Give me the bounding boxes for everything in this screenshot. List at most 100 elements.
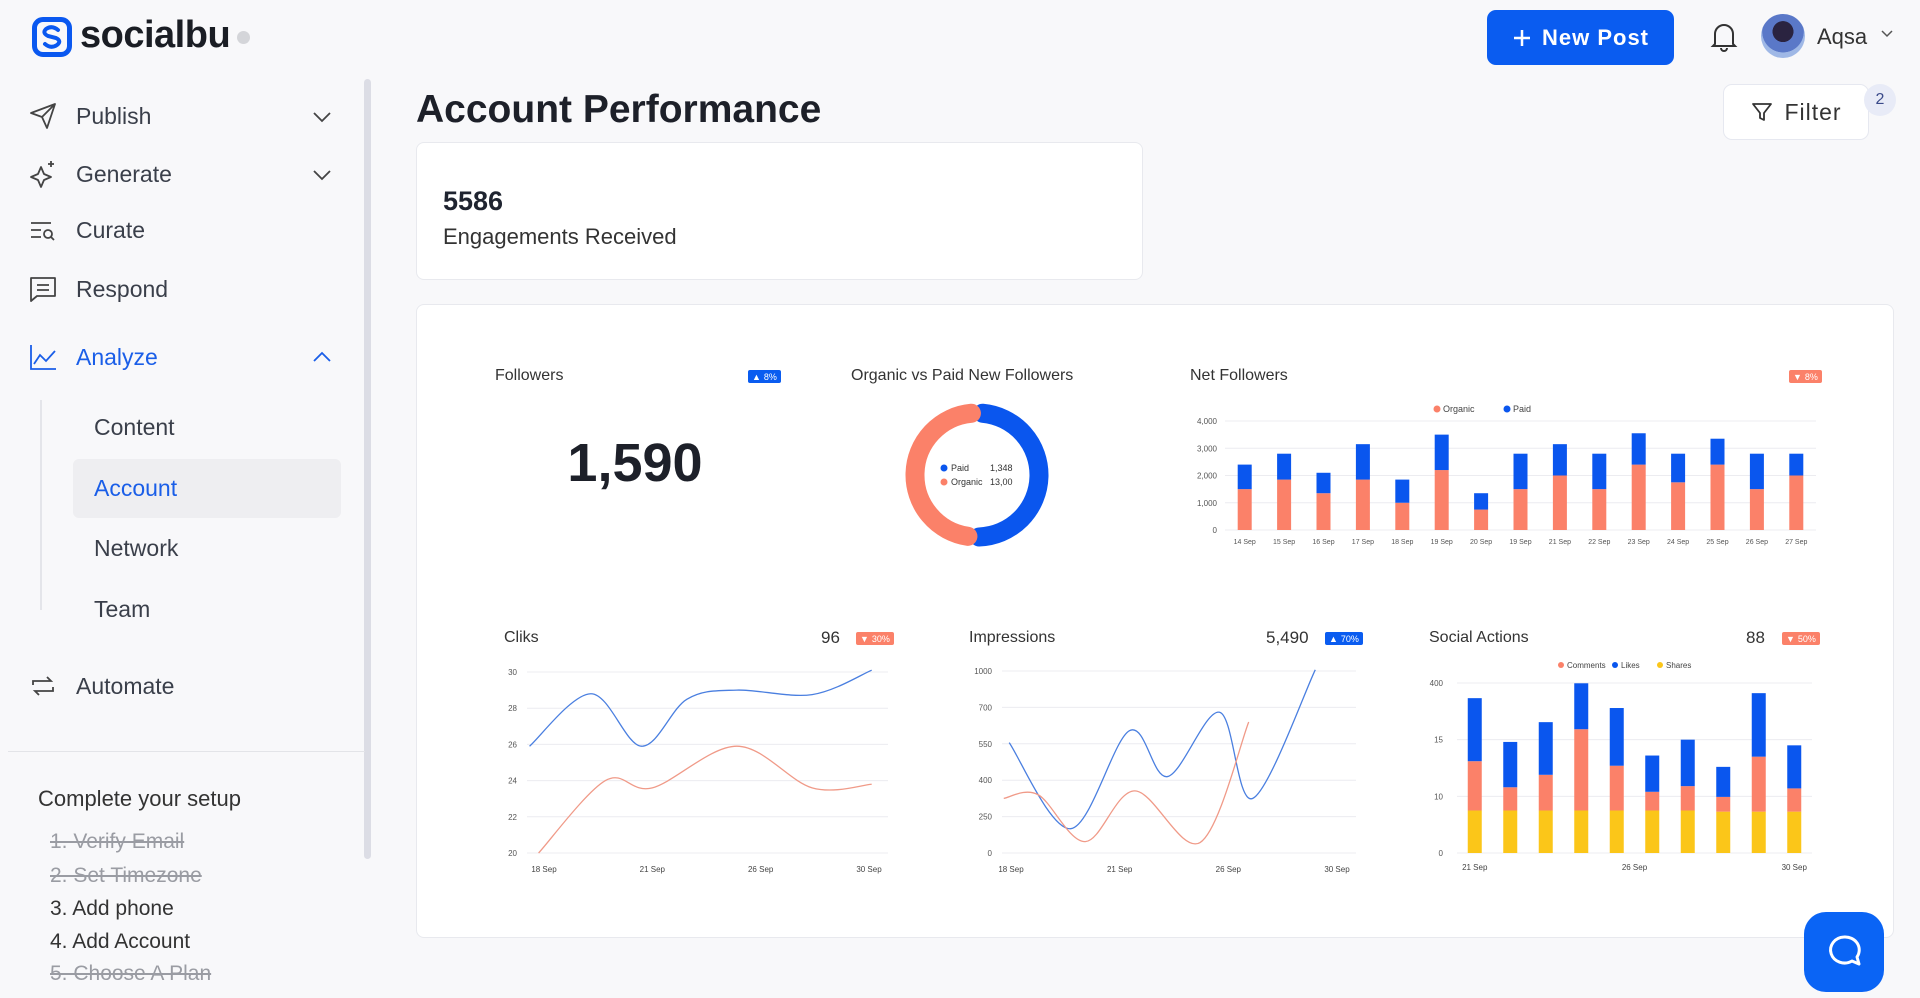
paper-plane-icon bbox=[30, 103, 56, 129]
bar-likes bbox=[1645, 755, 1660, 792]
engagements-card bbox=[416, 142, 1143, 280]
badge-label: 30% bbox=[871, 633, 890, 644]
donut-slice-paid bbox=[969, 403, 1049, 547]
new-post-button[interactable]: New Post bbox=[1487, 10, 1674, 65]
chevron-down-icon[interactable] bbox=[1880, 26, 1894, 40]
y-tick-label: 10 bbox=[1434, 792, 1443, 801]
bar-paid bbox=[1237, 464, 1252, 490]
followers-title: Followers bbox=[495, 367, 564, 384]
sidebar-item-analyze[interactable]: Analyze bbox=[28, 335, 333, 379]
x-tick-label: 21 Sep bbox=[1549, 539, 1571, 546]
x-tick-label: 19 Sep bbox=[1431, 539, 1453, 546]
legend-dot bbox=[1558, 662, 1564, 668]
legend-value: 1,348 bbox=[990, 463, 1013, 473]
avatar[interactable] bbox=[1761, 14, 1805, 58]
sidebar-sub-team[interactable]: Team bbox=[94, 596, 150, 623]
y-tick-label: 20 bbox=[508, 849, 517, 858]
x-tick-label: 26 Sep bbox=[1746, 539, 1768, 546]
chat-support-button[interactable] bbox=[1804, 912, 1884, 992]
bar-organic bbox=[1395, 502, 1410, 530]
engagements-label: Engagements Received bbox=[443, 224, 677, 249]
y-tick-label: 15 bbox=[1434, 736, 1443, 745]
social-actions-change-badge: ▼ 50% bbox=[1782, 632, 1820, 645]
bar-likes bbox=[1751, 693, 1766, 757]
message-icon bbox=[30, 277, 56, 302]
x-tick-label: 16 Sep bbox=[1312, 539, 1334, 546]
status-dot bbox=[237, 31, 250, 44]
impressions-title: Impressions bbox=[969, 629, 1056, 646]
sidebar-scrollbar[interactable] bbox=[364, 79, 371, 859]
y-tick-label: 30 bbox=[508, 668, 517, 677]
chevron-up-icon[interactable] bbox=[311, 346, 333, 368]
y-tick-label: 26 bbox=[508, 740, 517, 749]
legend-label: Paid bbox=[1513, 404, 1531, 414]
sidebar-item-label: Publish bbox=[76, 102, 152, 129]
setup-item[interactable]: 1. Verify Email bbox=[50, 830, 184, 854]
y-tick-label: 3,000 bbox=[1197, 444, 1218, 453]
donut-title: Organic vs Paid New Followers bbox=[851, 367, 1074, 384]
bar-paid bbox=[1316, 472, 1331, 494]
bar-shares bbox=[1716, 811, 1731, 853]
setup-item[interactable]: 3. Add phone bbox=[50, 897, 174, 921]
bar-organic bbox=[1237, 489, 1252, 530]
chevron-down-icon[interactable] bbox=[311, 163, 333, 185]
x-tick-label: 18 Sep bbox=[531, 865, 557, 874]
clicks-value: 96 bbox=[821, 628, 840, 647]
sidebar-item-label: Respond bbox=[76, 275, 169, 302]
filter-button[interactable]: Filter bbox=[1723, 84, 1869, 140]
sidebar-sub-account[interactable]: Account bbox=[94, 475, 177, 502]
bar-organic bbox=[1316, 493, 1331, 530]
x-tick-label: 15 Sep bbox=[1273, 539, 1295, 546]
bar-likes bbox=[1609, 708, 1624, 766]
impressions-chart: 0 250 400 550 700 1000 18 Sep 21 Sep 26 Sep 30 Se… bbox=[974, 667, 1356, 874]
badge-label: 8% bbox=[1804, 371, 1818, 382]
x-tick-label: 23 Sep bbox=[1628, 539, 1650, 546]
sidebar-item-curate[interactable]: Curate bbox=[28, 208, 333, 252]
chevron-down-icon[interactable] bbox=[311, 105, 333, 127]
social-actions-value: 88 bbox=[1746, 628, 1765, 647]
divider bbox=[8, 751, 365, 752]
bar-likes bbox=[1716, 766, 1731, 797]
clicks-title: Cliks bbox=[504, 629, 539, 646]
y-tick-label: 0 bbox=[988, 849, 993, 858]
sidebar-sub-content[interactable]: Content bbox=[94, 414, 175, 441]
bell-icon[interactable] bbox=[1709, 20, 1739, 52]
plus-icon bbox=[1513, 29, 1530, 46]
sidebar-sub-network[interactable]: Network bbox=[94, 535, 178, 562]
bar-paid bbox=[1710, 438, 1725, 465]
engagements-value: 5586 bbox=[443, 186, 504, 216]
legend-value: 13,00 bbox=[990, 477, 1013, 487]
bar-comments bbox=[1787, 788, 1802, 812]
bar-organic bbox=[1671, 482, 1686, 530]
setup-item[interactable]: 5. Choose A Plan bbox=[50, 962, 211, 986]
x-tick-label: 22 Sep bbox=[1588, 539, 1610, 546]
badge-label: 70% bbox=[1340, 633, 1359, 644]
sidebar-item-label: Generate bbox=[76, 160, 172, 187]
sidebar-item-publish[interactable]: Publish bbox=[28, 94, 333, 138]
bar-paid bbox=[1789, 453, 1804, 476]
setup-item[interactable]: 4. Add Account bbox=[50, 930, 190, 954]
socialbu-logo-icon[interactable] bbox=[32, 17, 72, 57]
user-name[interactable]: Aqsa bbox=[1817, 24, 1867, 50]
bar-organic bbox=[1789, 475, 1804, 530]
impressions-change-badge: ▲ 70% bbox=[1325, 632, 1363, 645]
arrow-down-icon: ▼ bbox=[1786, 633, 1795, 644]
bar-shares bbox=[1609, 810, 1624, 853]
y-tick-label: 250 bbox=[979, 813, 993, 822]
bar-organic bbox=[1749, 489, 1764, 530]
y-tick-label: 1000 bbox=[974, 667, 992, 676]
social-actions-chart: 0 10 15 400 21 Sep 26 Sep 30 Sep Comments Likes S… bbox=[1430, 661, 1812, 872]
y-tick-label: 24 bbox=[508, 777, 517, 786]
bar-organic bbox=[1710, 464, 1725, 530]
sidebar-item-automate[interactable]: Automate bbox=[28, 664, 333, 708]
x-tick-label: 21 Sep bbox=[640, 865, 666, 874]
bar-comments bbox=[1680, 786, 1695, 811]
sidebar-item-generate[interactable]: Generate bbox=[28, 152, 333, 196]
legend-label: Organic bbox=[951, 477, 983, 487]
bar-paid bbox=[1395, 479, 1410, 503]
setup-item[interactable]: 2. Set Timezone bbox=[50, 864, 202, 888]
sidebar-item-respond[interactable]: Respond bbox=[28, 267, 333, 311]
list-search-icon bbox=[31, 222, 55, 241]
bar-paid bbox=[1749, 453, 1764, 490]
app-name[interactable]: socialbu bbox=[80, 14, 231, 57]
